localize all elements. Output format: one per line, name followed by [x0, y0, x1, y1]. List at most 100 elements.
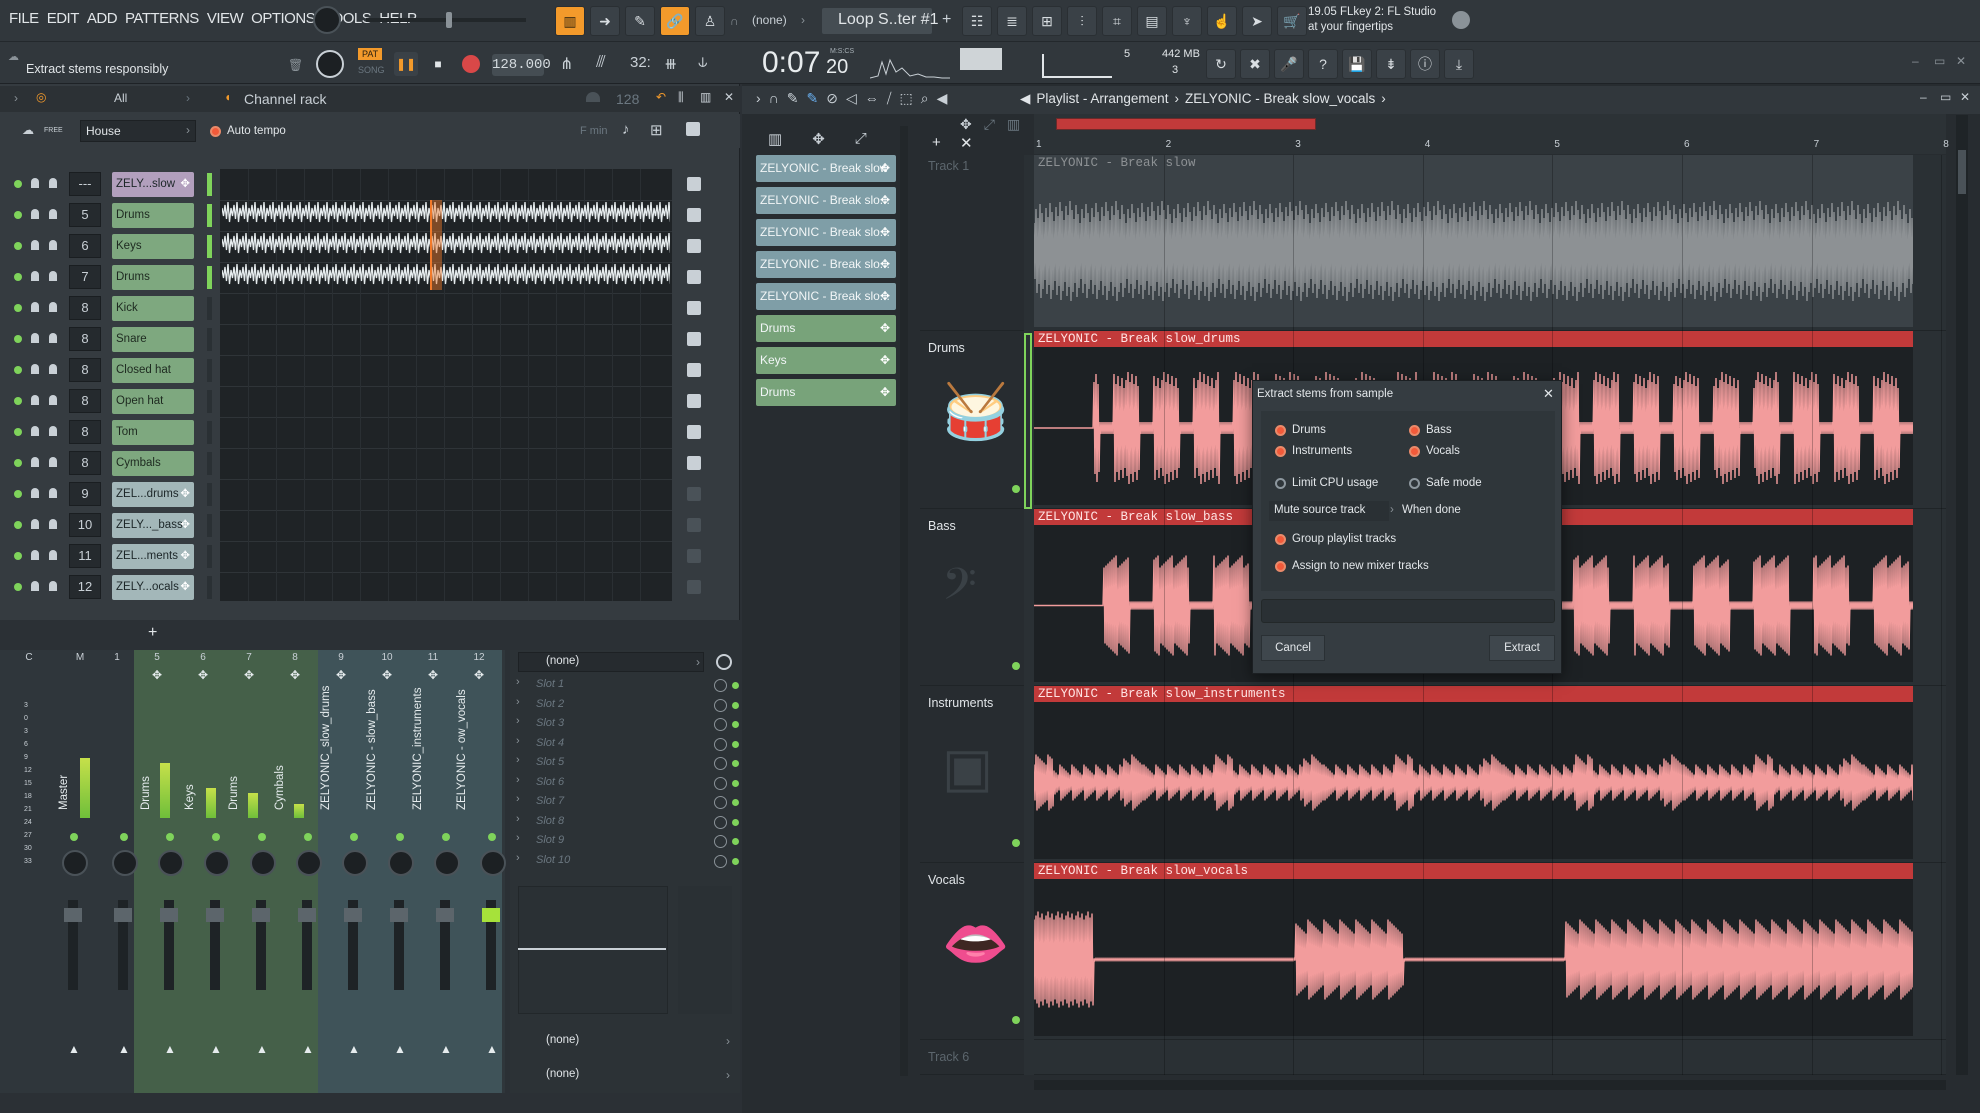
- cancel-button[interactable]: Cancel: [1261, 635, 1325, 661]
- snap-icon[interactable]: ✥: [960, 116, 972, 133]
- volume-knob[interactable]: [49, 302, 57, 312]
- channel-led[interactable]: [14, 397, 22, 405]
- graph-edit-icon[interactable]: [687, 270, 701, 284]
- mixer-target[interactable]: 9: [69, 482, 101, 506]
- piano-icon[interactable]: ▥: [768, 130, 782, 148]
- fx-slot[interactable]: › Slot 7: [516, 793, 739, 812]
- slot-led[interactable]: [732, 682, 739, 689]
- volume-knob[interactable]: [49, 426, 57, 436]
- when-done-label[interactable]: When done: [1402, 504, 1461, 516]
- remove-track-button[interactable]: ✕: [960, 134, 973, 152]
- channel-led[interactable]: [14, 552, 22, 560]
- menu-item[interactable]: OPTIONS: [250, 10, 316, 27]
- info-icon[interactable]: ⓘ: [1410, 49, 1440, 79]
- clip-source[interactable]: Keys ✥: [756, 347, 896, 374]
- metronome-knob[interactable]: [316, 50, 344, 78]
- route-arrow-icon[interactable]: ▲: [486, 1042, 498, 1056]
- track-lane[interactable]: ZELYONIC - Break slow_instruments: [1034, 686, 1946, 863]
- browser-icon[interactable]: ⌗: [1102, 6, 1132, 36]
- clipboard-icon[interactable]: ▤: [1137, 6, 1167, 36]
- mixer-target[interactable]: 5: [69, 203, 101, 227]
- pattern-none-select[interactable]: (none): [752, 13, 787, 27]
- graph-edit-icon[interactable]: [687, 394, 701, 408]
- volume-knob[interactable]: [49, 209, 57, 219]
- pan-knob[interactable]: [31, 209, 39, 219]
- arrow-tool-button[interactable]: ➜: [590, 6, 620, 36]
- slot-led[interactable]: [732, 721, 739, 728]
- fx-slot[interactable]: › Slot 10: [516, 852, 739, 871]
- clip-source[interactable]: ZELYONIC - Break slo... ✥: [756, 219, 896, 246]
- track-header[interactable]: Track 1: [920, 155, 1030, 331]
- mixer-track-led[interactable]: [212, 833, 220, 841]
- track-header[interactable]: Bass 𝄢: [920, 509, 1030, 686]
- chevron-up-icon[interactable]: [900, 126, 908, 1076]
- volume-knob[interactable]: [49, 240, 57, 250]
- clip-source[interactable]: ZELYONIC - Break slo... ✥: [756, 187, 896, 214]
- send-level-faders[interactable]: [678, 886, 732, 1014]
- graph-edit-icon[interactable]: [687, 487, 701, 501]
- fx-slot[interactable]: › Slot 6: [516, 774, 739, 793]
- channel-led[interactable]: [14, 242, 22, 250]
- graph-edit-icon[interactable]: [687, 425, 701, 439]
- master-volume-knob[interactable]: [313, 6, 341, 34]
- mixer-target[interactable]: 8: [69, 327, 101, 351]
- edit-icon[interactable]: [686, 122, 700, 136]
- link-icon[interactable]: ⤢: [855, 130, 867, 148]
- mixer-target[interactable]: 10: [69, 513, 101, 537]
- swing-knob[interactable]: [586, 92, 600, 102]
- pan-knob[interactable]: [31, 488, 39, 498]
- channel-select-light[interactable]: [207, 235, 212, 258]
- stamp-button[interactable]: ♙: [695, 6, 725, 36]
- pan-knob[interactable]: [31, 457, 39, 467]
- mixer-icon[interactable]: ⫶: [1067, 6, 1097, 36]
- loop-range-bar[interactable]: [1056, 118, 1316, 130]
- pan-knob[interactable]: [31, 550, 39, 560]
- horizontal-scrollbar[interactable]: [1034, 1080, 1946, 1090]
- channel-select-light[interactable]: [207, 204, 212, 227]
- close-all-icon[interactable]: ✖: [1240, 49, 1270, 79]
- menu-item[interactable]: EDIT: [46, 10, 80, 27]
- playlist-restore-button[interactable]: ▭: [1940, 90, 1951, 104]
- pan-knob[interactable]: [31, 395, 39, 405]
- mixer-strip[interactable]: C: [14, 650, 44, 1093]
- track-lane[interactable]: ZELYONIC - Break slow_vocals: [1034, 863, 1946, 1040]
- channel-button[interactable]: Snare: [112, 327, 194, 352]
- clip-title[interactable]: ZELYONIC - Break slow_instruments: [1034, 686, 1913, 702]
- channel-select-light[interactable]: [207, 452, 212, 475]
- group-tracks-radio[interactable]: [1275, 534, 1286, 545]
- shop-icon[interactable]: 🛒: [1277, 6, 1307, 36]
- clip-title[interactable]: ZELYONIC - Break slow_vocals: [1034, 863, 1913, 879]
- tap-icon[interactable]: ☝: [1207, 6, 1237, 36]
- mixer-target[interactable]: 8: [69, 358, 101, 382]
- pan-knob[interactable]: [31, 364, 39, 374]
- fader-handle[interactable]: [298, 908, 316, 922]
- channel-select-light[interactable]: [207, 421, 212, 444]
- speaker-icon[interactable]: ◀: [937, 90, 948, 107]
- volume-knob[interactable]: [49, 581, 57, 591]
- graph-edit-icon[interactable]: [687, 332, 701, 346]
- record-button[interactable]: [462, 55, 480, 73]
- fx-slot[interactable]: › Slot 9: [516, 832, 739, 851]
- slip-icon[interactable]: ⇔: [865, 90, 879, 107]
- graph-edit-icon[interactable]: [687, 580, 701, 594]
- mix-knob[interactable]: [714, 815, 727, 829]
- channel-button[interactable]: Tom: [112, 420, 194, 445]
- drums-radio[interactable]: [1275, 425, 1286, 436]
- fader-handle[interactable]: [344, 908, 362, 922]
- slot-led[interactable]: [732, 838, 739, 845]
- track-lane[interactable]: ZELYONIC - Break slow: [1034, 155, 1946, 331]
- fader-handle[interactable]: [114, 908, 132, 922]
- mixer-target[interactable]: 8: [69, 451, 101, 475]
- mix-knob[interactable]: [714, 718, 727, 731]
- graph-edit-icon[interactable]: [687, 208, 701, 222]
- delete-icon[interactable]: ⊘: [826, 90, 838, 107]
- graph-edit-icon[interactable]: [687, 239, 701, 253]
- volume-knob[interactable]: [49, 178, 57, 188]
- channel-button[interactable]: Open hat: [112, 389, 194, 414]
- track-lane[interactable]: [1034, 1040, 1946, 1075]
- add-pattern-button[interactable]: +: [942, 11, 951, 29]
- mix-knob[interactable]: [714, 835, 727, 848]
- mix-knob[interactable]: [714, 776, 727, 790]
- channel-led[interactable]: [14, 521, 22, 529]
- fx-slot[interactable]: › Slot 2: [516, 696, 739, 715]
